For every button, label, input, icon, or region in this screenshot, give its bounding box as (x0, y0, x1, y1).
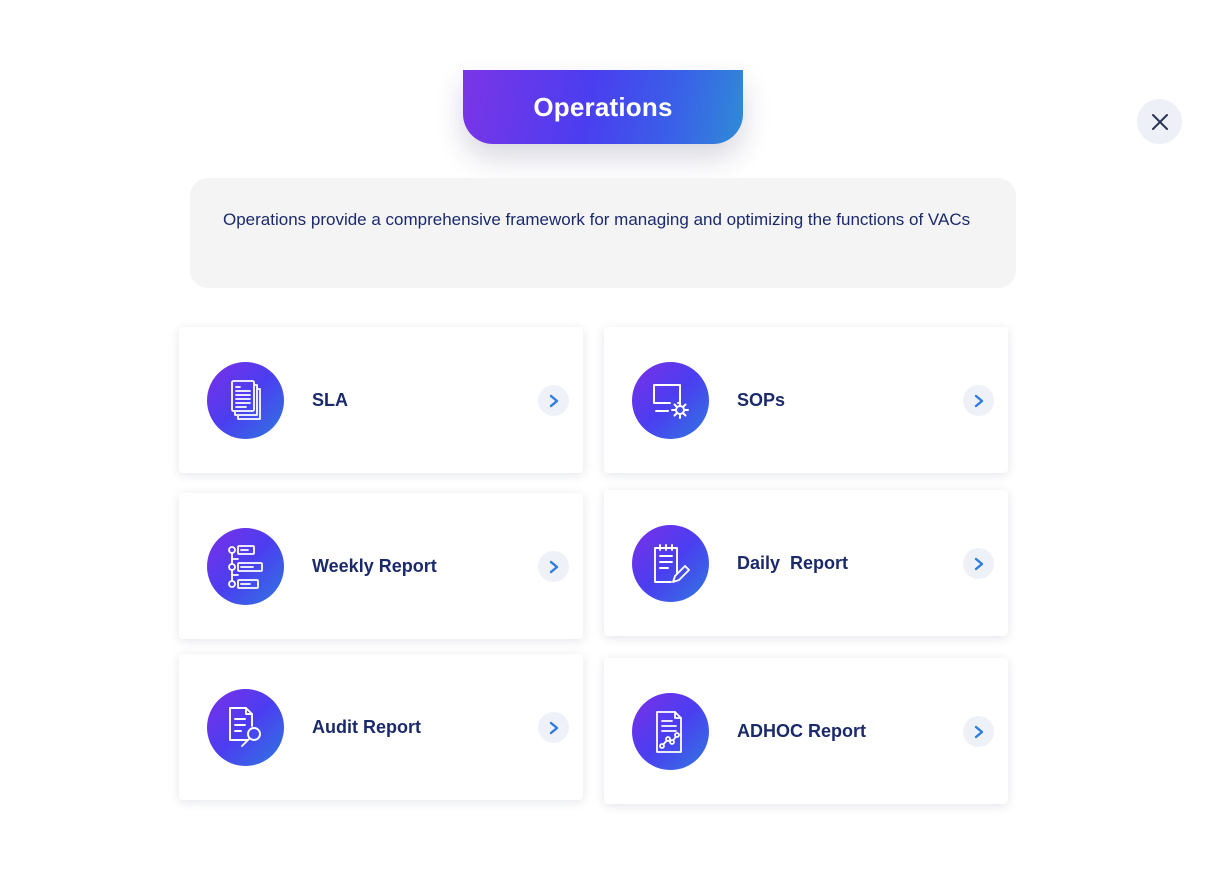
documents-stack-icon (207, 362, 284, 439)
document-chart-icon (632, 693, 709, 770)
chevron-right-icon[interactable] (538, 551, 569, 582)
chevron-right-icon[interactable] (538, 385, 569, 416)
chevron-right-icon[interactable] (963, 716, 994, 747)
card-label: SLA (312, 389, 348, 410)
close-button[interactable] (1137, 99, 1182, 144)
card-label: Weekly Report (312, 555, 437, 576)
monitor-gear-icon (632, 362, 709, 439)
page-title-tab: Operations (463, 70, 743, 144)
card-label: SOPs (737, 389, 786, 410)
description-box: Operations provide a comprehensive frame… (190, 178, 1016, 288)
close-icon (1151, 113, 1168, 130)
document-search-icon (207, 689, 284, 766)
card-daily-report[interactable]: Daily Report (604, 490, 1008, 636)
clipboard-edit-icon (632, 525, 709, 602)
description-text: Operations provide a comprehensive frame… (223, 210, 971, 229)
card-label: ADHOC Report (737, 720, 866, 741)
card-sops[interactable]: SOPs (604, 327, 1008, 473)
card-label: Daily Report (737, 552, 849, 573)
chevron-right-icon[interactable] (538, 712, 569, 743)
card-label: Audit Report (312, 716, 421, 737)
chevron-right-icon[interactable] (963, 385, 994, 416)
card-sla[interactable]: SLA (179, 327, 583, 473)
card-weekly-report[interactable]: Weekly Report (179, 493, 583, 639)
card-audit-report[interactable]: Audit Report (179, 654, 583, 800)
timeline-list-icon (207, 528, 284, 605)
page-title: Operations (533, 91, 673, 122)
card-adhoc-report[interactable]: ADHOC Report (604, 658, 1008, 804)
chevron-right-icon[interactable] (963, 548, 994, 579)
